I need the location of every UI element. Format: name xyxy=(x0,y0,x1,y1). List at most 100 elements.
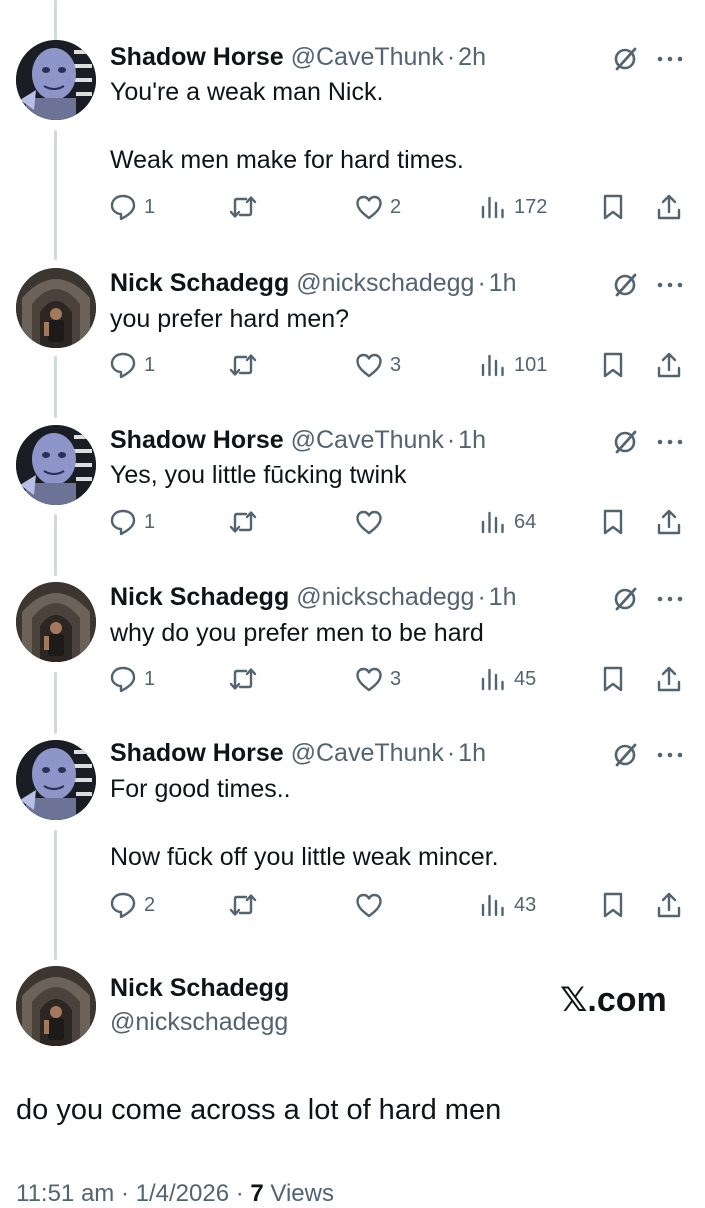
tweet-text: why do you prefer men to be hard xyxy=(110,619,484,647)
grok-icon[interactable] xyxy=(610,740,640,770)
like-count: 2 xyxy=(390,195,402,218)
like-count: 3 xyxy=(390,353,402,376)
views-button[interactable]: 45 xyxy=(478,662,536,696)
tweet-text: You're a weak man Nick. Weak men make fo… xyxy=(110,78,464,174)
author-handle[interactable]: @nickschadegg xyxy=(296,583,474,611)
retweet-button[interactable] xyxy=(228,348,264,382)
retweet-icon xyxy=(229,354,257,376)
action-bar: 1 3 45 xyxy=(0,662,705,696)
reply-button[interactable]: 1 xyxy=(108,190,155,224)
retweet-button[interactable] xyxy=(228,888,264,922)
views-button[interactable]: 43 xyxy=(478,888,536,922)
retweet-icon xyxy=(229,196,257,218)
bookmark-button[interactable] xyxy=(598,348,628,382)
reply-icon xyxy=(110,666,136,693)
timestamp[interactable]: 1h xyxy=(489,269,517,297)
author-name[interactable]: Nick Schadegg xyxy=(110,974,289,1003)
dot-separator: · xyxy=(446,739,456,767)
like-icon xyxy=(356,195,382,220)
share-button[interactable] xyxy=(654,888,684,922)
post-timestamp[interactable]: 11:51 am · 1/4/2026 · xyxy=(16,1180,250,1207)
share-button[interactable] xyxy=(654,505,684,539)
avatar[interactable] xyxy=(16,425,96,505)
author-handle[interactable]: @nickschadegg xyxy=(110,1008,288,1037)
more-icon[interactable] xyxy=(654,584,686,614)
views-icon xyxy=(481,668,504,691)
share-icon xyxy=(657,509,681,535)
author-name[interactable]: Shadow Horse xyxy=(110,739,284,767)
author-name[interactable]: Shadow Horse xyxy=(110,43,284,71)
avatar[interactable] xyxy=(16,740,96,820)
share-button[interactable] xyxy=(654,190,684,224)
reply-button[interactable]: 2 xyxy=(108,888,155,922)
dot-separator: · xyxy=(446,43,456,71)
retweet-icon xyxy=(229,894,257,916)
more-icon[interactable] xyxy=(654,740,686,770)
more-icon[interactable] xyxy=(654,270,686,300)
view-count: 43 xyxy=(514,893,537,916)
like-button[interactable] xyxy=(354,505,390,539)
like-button[interactable]: 3 xyxy=(354,348,401,382)
action-bar: 1 3 101 xyxy=(0,348,705,382)
tweet-header: Shadow Horse @CaveThunk · 2h xyxy=(110,42,486,72)
tweet-text: For good times.. Now fūck off you little… xyxy=(110,775,499,871)
views-button[interactable]: 64 xyxy=(478,505,536,539)
grok-icon[interactable] xyxy=(610,584,640,614)
avatar[interactable] xyxy=(16,40,96,120)
views-button[interactable]: 172 xyxy=(478,190,547,224)
timestamp[interactable]: 1h xyxy=(489,583,517,611)
action-bar: 1 2 172 xyxy=(0,190,705,224)
action-bar: 1 64 xyxy=(0,505,705,539)
like-count: 3 xyxy=(390,667,402,690)
like-button[interactable]: 3 xyxy=(354,662,401,696)
author-handle[interactable]: @CaveThunk xyxy=(291,43,444,71)
author-handle[interactable]: @CaveThunk xyxy=(291,739,444,767)
retweet-button[interactable] xyxy=(228,190,264,224)
avatar[interactable] xyxy=(16,966,96,1046)
reply-count: 1 xyxy=(144,510,156,533)
more-icon[interactable] xyxy=(654,44,686,74)
author-name[interactable]: Shadow Horse xyxy=(110,426,284,454)
reply-icon xyxy=(110,509,136,536)
reply-count: 2 xyxy=(144,893,156,916)
author-handle[interactable]: @CaveThunk xyxy=(291,426,444,454)
grok-icon[interactable] xyxy=(610,270,640,300)
share-button[interactable] xyxy=(654,662,684,696)
avatar[interactable] xyxy=(16,268,96,348)
share-button[interactable] xyxy=(654,348,684,382)
tweet-header: Nick Schadegg @nickschadegg · 1h xyxy=(110,582,517,612)
bookmark-button[interactable] xyxy=(598,662,628,696)
timestamp[interactable]: 1h xyxy=(458,426,486,454)
like-button[interactable] xyxy=(354,888,390,922)
more-icon[interactable] xyxy=(654,427,686,457)
views-label: Views xyxy=(263,1180,334,1207)
bookmark-icon xyxy=(603,666,623,692)
reply-button[interactable]: 1 xyxy=(108,348,155,382)
reply-icon xyxy=(110,352,136,379)
author-name[interactable]: Nick Schadegg xyxy=(110,583,289,611)
reply-button[interactable]: 1 xyxy=(108,505,155,539)
reply-button[interactable]: 1 xyxy=(108,662,155,696)
views-icon xyxy=(481,354,504,377)
avatar[interactable] xyxy=(16,582,96,662)
like-icon xyxy=(356,667,382,692)
reply-count: 1 xyxy=(144,667,156,690)
retweet-button[interactable] xyxy=(228,505,264,539)
author-name[interactable]: Nick Schadegg xyxy=(110,269,289,297)
timestamp[interactable]: 2h xyxy=(458,43,486,71)
like-button[interactable]: 2 xyxy=(354,190,401,224)
views-button[interactable]: 101 xyxy=(478,348,547,382)
reply-icon xyxy=(110,892,136,919)
grok-icon[interactable] xyxy=(610,427,640,457)
retweet-icon xyxy=(229,668,257,690)
bookmark-button[interactable] xyxy=(598,888,628,922)
bookmark-button[interactable] xyxy=(598,190,628,224)
view-count: 172 xyxy=(514,195,548,218)
grok-icon[interactable] xyxy=(610,44,640,74)
post-text: do you come across a lot of hard men xyxy=(16,1094,502,1126)
bookmark-button[interactable] xyxy=(598,505,628,539)
timestamp[interactable]: 1h xyxy=(458,739,486,767)
like-icon xyxy=(356,510,382,535)
author-handle[interactable]: @nickschadegg xyxy=(296,269,474,297)
retweet-button[interactable] xyxy=(228,662,264,696)
